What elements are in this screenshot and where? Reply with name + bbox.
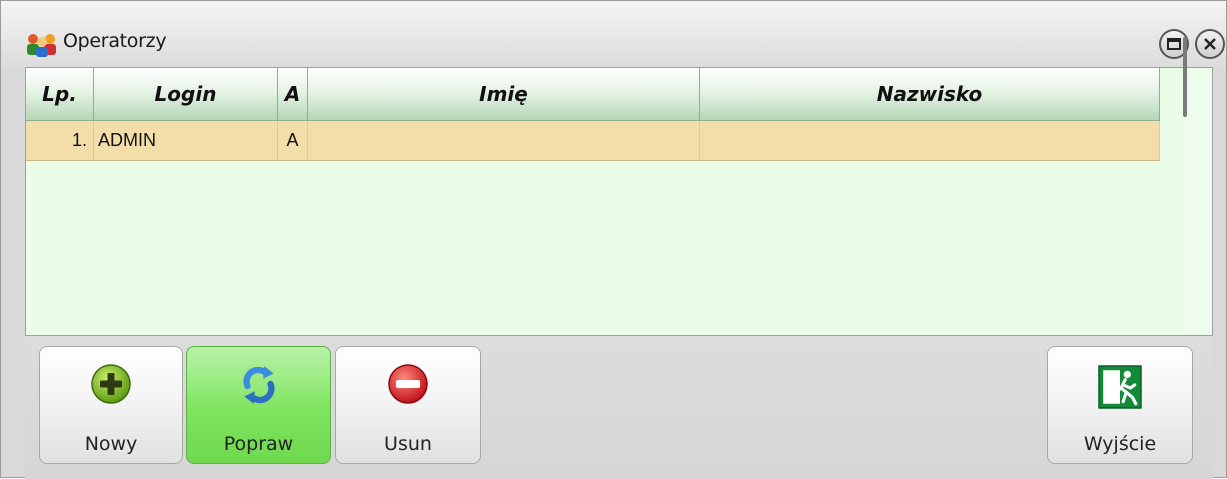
window-title: Operatorzy bbox=[63, 30, 167, 52]
close-icon bbox=[1204, 38, 1216, 50]
column-header-lp[interactable]: Lp. bbox=[26, 68, 94, 120]
cell-login: ADMIN bbox=[94, 121, 278, 160]
vertical-scrollbar[interactable] bbox=[1188, 68, 1212, 335]
refresh-icon bbox=[242, 366, 275, 404]
new-button[interactable]: Nowy bbox=[39, 346, 183, 464]
operators-grid[interactable]: Lp. Login A Imię Nazwisko 1. ADMIN A bbox=[25, 67, 1213, 336]
operators-window: Operatorzy Lp. Login A Imię Nazwisko 1. … bbox=[0, 0, 1227, 479]
column-header-a[interactable]: A bbox=[278, 68, 308, 120]
minus-icon bbox=[388, 364, 428, 404]
grid-header: Lp. Login A Imię Nazwisko bbox=[26, 68, 1160, 121]
column-header-nazwisko[interactable]: Nazwisko bbox=[700, 68, 1160, 120]
users-group-icon bbox=[27, 34, 56, 57]
edit-button-label: Popraw bbox=[223, 433, 294, 455]
column-header-imie[interactable]: Imię bbox=[308, 68, 700, 120]
exit-button[interactable]: Wyjście bbox=[1047, 346, 1193, 464]
title-bar[interactable]: Operatorzy bbox=[1, 1, 1226, 67]
cell-nazwisko bbox=[700, 121, 1160, 160]
exit-button-label: Wyjście bbox=[1083, 433, 1157, 455]
new-button-label: Nowy bbox=[84, 433, 138, 455]
emergency-exit-icon bbox=[1098, 365, 1142, 409]
delete-button-label: Usun bbox=[384, 433, 432, 455]
column-header-login[interactable]: Login bbox=[94, 68, 278, 120]
scrollbar-thumb[interactable] bbox=[1183, 37, 1187, 117]
table-row[interactable]: 1. ADMIN A bbox=[26, 121, 1160, 161]
delete-button[interactable]: Usun bbox=[335, 346, 481, 464]
cell-lp: 1. bbox=[26, 121, 94, 160]
close-button[interactable] bbox=[1195, 29, 1225, 59]
cell-a: A bbox=[278, 121, 308, 160]
plus-icon bbox=[91, 364, 131, 404]
cell-imie bbox=[308, 121, 700, 160]
edit-button[interactable]: Popraw bbox=[186, 346, 331, 464]
